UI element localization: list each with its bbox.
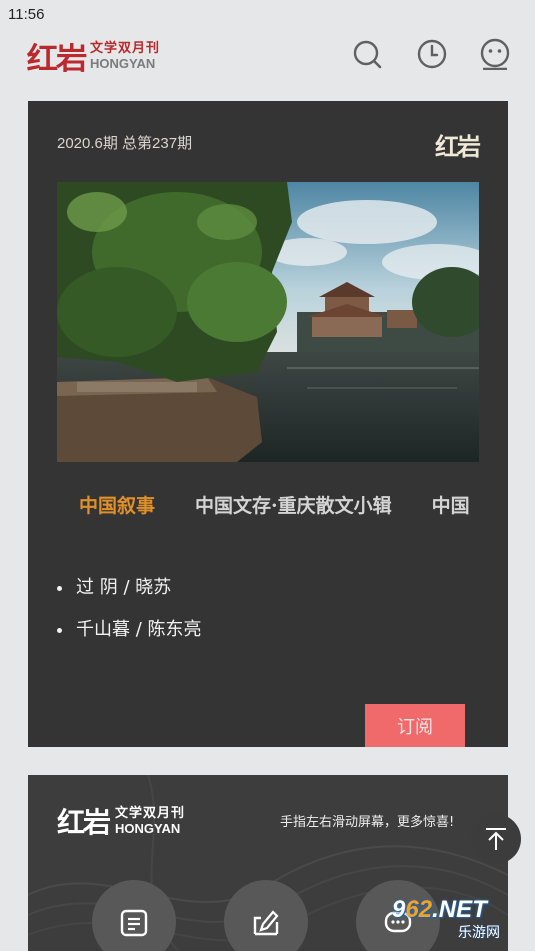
profile-icon[interactable] (479, 38, 511, 70)
cover-photo (57, 182, 479, 462)
promo-logo: 红岩 文学双月刊 HONGYAN (57, 801, 185, 841)
promo-logo-cn: 文学双月刊 (115, 806, 186, 821)
search-icon[interactable] (351, 38, 383, 70)
swipe-hint: 手指左右滑动屏幕，更多惊喜! (280, 815, 455, 830)
edit-icon (253, 910, 279, 936)
card-logo: 红岩 (435, 132, 481, 161)
article-list: 过 阴 / 晓苏 千山暮 / 陈东亮 (57, 567, 202, 651)
status-bar: 11:56 (0, 0, 535, 30)
category-tabs: 中国叙事 中国文存·重庆散文小辑 中国 (57, 486, 479, 526)
bullet-dot (57, 585, 62, 591)
arrow-up-icon (486, 828, 506, 850)
back-to-top-button[interactable] (471, 814, 521, 864)
document-icon (120, 909, 148, 937)
tab-chongqing-prose[interactable]: 中国文存·重庆散文小辑 (195, 486, 392, 526)
watermark-prefix: 9 (392, 896, 406, 923)
cover-image[interactable] (57, 182, 479, 462)
issue-number: 2020.6期 总第237期 (57, 135, 193, 152)
subscribe-button[interactable]: 订阅 (365, 704, 465, 747)
logo-text: 文学双月刊 HONGYAN (90, 42, 160, 70)
status-time: 11:56 (8, 6, 45, 23)
logo-mark: 红岩 (26, 42, 88, 77)
promo-logo-text: 文学双月刊 HONGYAN (115, 807, 185, 835)
site-watermark: 962.NET 乐游网 (392, 896, 530, 944)
app-logo[interactable]: 红岩 文学双月刊 HONGYAN (27, 38, 160, 77)
article-item[interactable]: 千山暮 / 陈东亮 (57, 609, 202, 651)
logo-subtitle-cn: 文学双月刊 (90, 41, 161, 56)
logo-subtitle-en: HONGYAN (90, 56, 156, 71)
article-item[interactable]: 过 阴 / 晓苏 (57, 567, 202, 609)
tab-next-category[interactable]: 中国 (432, 486, 470, 526)
watermark-logo: 962.NET (392, 896, 530, 924)
tab-chinese-narrative[interactable]: 中国叙事 (79, 486, 155, 526)
bullet-dot (57, 627, 62, 633)
watermark-accent: 62 (405, 896, 433, 923)
issue-card[interactable]: 2020.6期 总第237期 红岩 中国叙事 中国文存·重庆散文小辑 中国 过 … (28, 101, 508, 747)
clock-icon[interactable] (416, 38, 448, 70)
article-title: 过 阴 / 晓苏 (76, 577, 172, 598)
promo-logo-mark: 红岩 (57, 806, 111, 839)
watermark-suffix: .NET (432, 896, 487, 923)
app-header: 红岩 文学双月刊 HONGYAN (0, 30, 535, 80)
article-title: 千山暮 / 陈东亮 (76, 619, 202, 640)
promo-logo-en: HONGYAN (115, 821, 181, 836)
watermark-sub: 乐游网 (458, 924, 500, 940)
